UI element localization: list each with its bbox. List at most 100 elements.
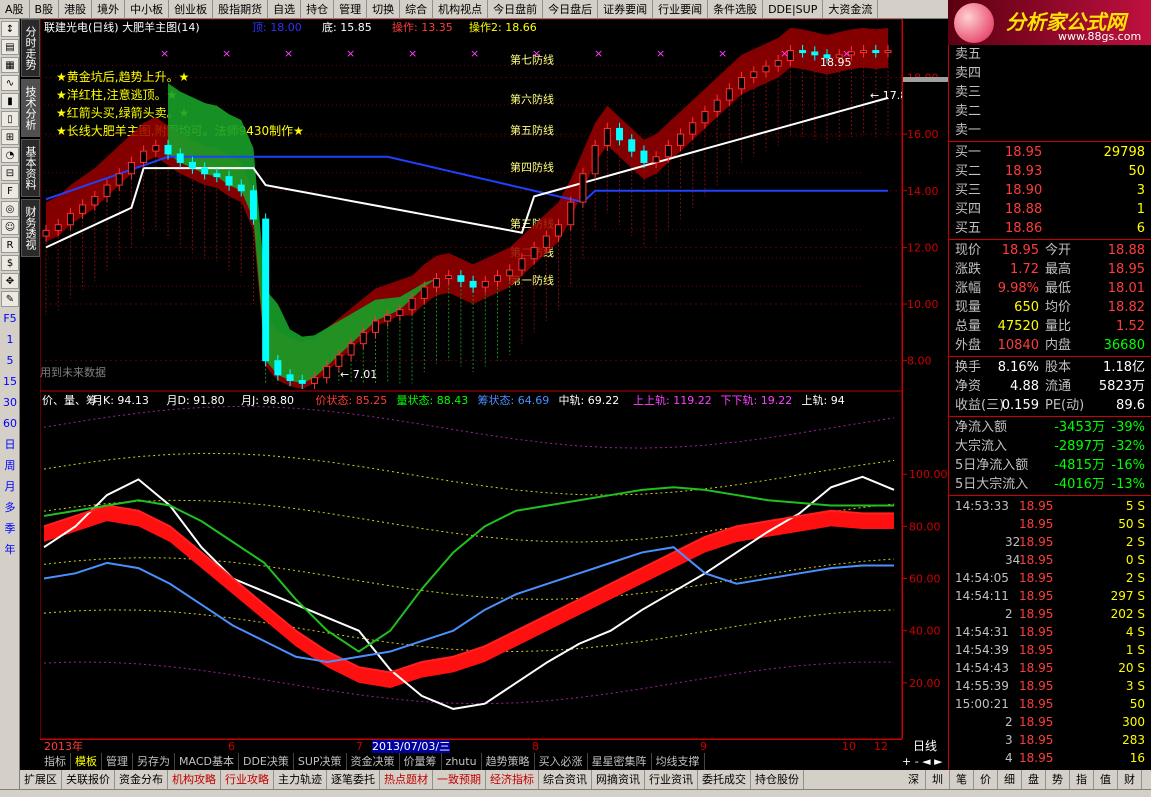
period-10[interactable]: 季 (1, 519, 19, 539)
quote-tab-1[interactable]: 圳 (926, 770, 950, 789)
circle-icon[interactable]: ◎ (1, 201, 19, 217)
topnav-tab-6[interactable]: 股指期货 (213, 0, 269, 19)
topnav-tab-13[interactable]: 今日盘前 (488, 0, 544, 19)
topnav-tab-17[interactable]: 条件选股 (708, 0, 764, 19)
topnav-tab-18[interactable]: DDE|SUP (763, 0, 824, 19)
bottom-nav-14[interactable]: 持仓股份 (751, 770, 804, 789)
topnav-tab-9[interactable]: 管理 (334, 0, 368, 19)
topnav-tab-3[interactable]: 境外 (92, 0, 126, 19)
topnav-tab-11[interactable]: 综合 (400, 0, 434, 19)
formula-tab-11[interactable]: 买入必涨 (535, 753, 588, 770)
side-tab-3[interactable]: 财务透视 (21, 199, 40, 257)
side-tab-0[interactable]: 分时走势 (21, 19, 40, 77)
topnav-tab-16[interactable]: 行业要闻 (653, 0, 709, 19)
buy-row[interactable]: 买二 18.93 50 (949, 162, 1151, 181)
bottom-nav-13[interactable]: 委托成交 (698, 770, 751, 789)
quote-tab-9[interactable]: 财 (1118, 770, 1142, 789)
quote-tab-3[interactable]: 价 (974, 770, 998, 789)
formula-tab-3[interactable]: 另存为 (133, 753, 175, 770)
arrow-icon[interactable]: ↕ (1, 21, 19, 37)
grid2-icon[interactable]: ⊟ (1, 165, 19, 181)
bottom-nav-8[interactable]: 一致预期 (433, 770, 486, 789)
formula-tab-8[interactable]: 价量筹 (400, 753, 442, 770)
move-icon[interactable]: ✥ (1, 273, 19, 289)
period-label[interactable]: 日线 (902, 739, 948, 753)
pen-icon[interactable]: ✎ (1, 291, 19, 307)
quote-tab-2[interactable]: 笔 (950, 770, 974, 789)
topnav-tab-2[interactable]: 港股 (59, 0, 93, 19)
period-2[interactable]: 5 (1, 351, 19, 371)
quote-tab-8[interactable]: 值 (1094, 770, 1118, 789)
bottom-nav-3[interactable]: 机构攻略 (168, 770, 221, 789)
fund-icon[interactable]: ⊞ (1, 129, 19, 145)
grid-icon[interactable]: ▦ (1, 57, 19, 73)
topnav-tab-14[interactable]: 今日盘后 (543, 0, 599, 19)
bottom-nav-5[interactable]: 主力轨迹 (274, 770, 327, 789)
formula-tab-10[interactable]: 趋势策略 (482, 753, 535, 770)
period-3[interactable]: 15 (1, 372, 19, 392)
topnav-tab-12[interactable]: 机构视点 (433, 0, 489, 19)
side-tab-2[interactable]: 基本资料 (21, 139, 40, 197)
fiz-icon[interactable]: F (1, 183, 19, 199)
formula-tab-1[interactable]: 模板 (71, 753, 102, 770)
bottom-nav-1[interactable]: 关联报价 (62, 770, 115, 789)
period-5[interactable]: 60 (1, 414, 19, 434)
chart-area[interactable]: 联建光电(日线) 大肥羊主图(14) 顶: 18.00 底: 15.85 操作: 13… (39, 18, 914, 740)
quote-tab-6[interactable]: 势 (1046, 770, 1070, 789)
bottom-nav-12[interactable]: 行业资讯 (645, 770, 698, 789)
bottom-nav-11[interactable]: 网摘资讯 (592, 770, 645, 789)
period-8[interactable]: 月 (1, 477, 19, 497)
quote-tab-5[interactable]: 盘 (1022, 770, 1046, 789)
bar-icon[interactable]: ▮ (1, 93, 19, 109)
period-0[interactable]: F5 (1, 309, 19, 329)
formula-tab-12[interactable]: 星星密集阵 (588, 753, 652, 770)
dollar-icon[interactable]: $ (1, 255, 19, 271)
chart-icon[interactable]: ▤ (1, 39, 19, 55)
formula-tab-2[interactable]: 管理 (102, 753, 133, 770)
bottom-nav-9[interactable]: 经济指标 (486, 770, 539, 789)
bottom-nav-0[interactable]: 扩展区 (20, 770, 62, 789)
topnav-tab-1[interactable]: B股 (30, 0, 60, 19)
line-icon[interactable]: ∿ (1, 75, 19, 91)
bottom-nav-10[interactable]: 综合资讯 (539, 770, 592, 789)
period-6[interactable]: 日 (1, 435, 19, 455)
bottom-nav-7[interactable]: 热点题材 (380, 770, 433, 789)
chart-svg[interactable]: 联建光电(日线) 大肥羊主图(14) 顶: 18.00 底: 15.85 操作: 13… (39, 18, 914, 740)
rsi-icon[interactable]: R (1, 237, 19, 253)
bottom-nav-6[interactable]: 逐笔委托 (327, 770, 380, 789)
candle-icon[interactable]: ▯ (1, 111, 19, 127)
period-4[interactable]: 30 (1, 393, 19, 413)
formula-tab-7[interactable]: 资金决策 (347, 753, 400, 770)
topnav-tab-4[interactable]: 中小板 (125, 0, 170, 19)
formula-tab-5[interactable]: DDE决策 (239, 753, 294, 770)
period-11[interactable]: 年 (1, 540, 19, 560)
quote-tab-4[interactable]: 细 (998, 770, 1022, 789)
quote-tab-7[interactable]: 指 (1070, 770, 1094, 789)
scroll-arrows-icon[interactable]: + - ◄ ► (902, 755, 943, 768)
period-1[interactable]: 1 (1, 330, 19, 350)
topnav-tab-5[interactable]: 创业板 (169, 0, 214, 19)
bottom-nav-2[interactable]: 资金分布 (115, 770, 168, 789)
formula-tab-0[interactable]: 指标 (40, 753, 71, 770)
formula-tab-13[interactable]: 均线支撑 (652, 753, 705, 770)
quote-tab-0[interactable]: 深 (902, 770, 926, 789)
buy-row[interactable]: 买三 18.90 3 (949, 181, 1151, 200)
formula-tab-6[interactable]: SUP决策 (294, 753, 347, 770)
period-7[interactable]: 周 (1, 456, 19, 476)
side-tab-1[interactable]: 技术分析 (21, 79, 40, 137)
topnav-tab-15[interactable]: 证券要闻 (598, 0, 654, 19)
bottom-nav-4[interactable]: 行业攻略 (221, 770, 274, 789)
buy-row[interactable]: 买一 18.95 29798 (949, 143, 1151, 162)
formula-tab-9[interactable]: zhutu (442, 753, 482, 770)
buy-row[interactable]: 买四 18.88 1 (949, 200, 1151, 219)
topnav-tab-7[interactable]: 自选 (268, 0, 302, 19)
people-icon[interactable]: ☺ (1, 219, 19, 235)
pie-icon[interactable]: ◔ (1, 147, 19, 163)
formula-tab-4[interactable]: MACD基本 (175, 753, 239, 770)
topnav-tab-19[interactable]: 大资金流 (823, 0, 879, 19)
topnav-tab-8[interactable]: 持仓 (301, 0, 335, 19)
period-9[interactable]: 多 (1, 498, 19, 518)
topnav-tab-10[interactable]: 切换 (367, 0, 401, 19)
buy-row[interactable]: 买五 18.86 6 (949, 219, 1151, 238)
topnav-tab-0[interactable]: A股 (0, 0, 30, 19)
